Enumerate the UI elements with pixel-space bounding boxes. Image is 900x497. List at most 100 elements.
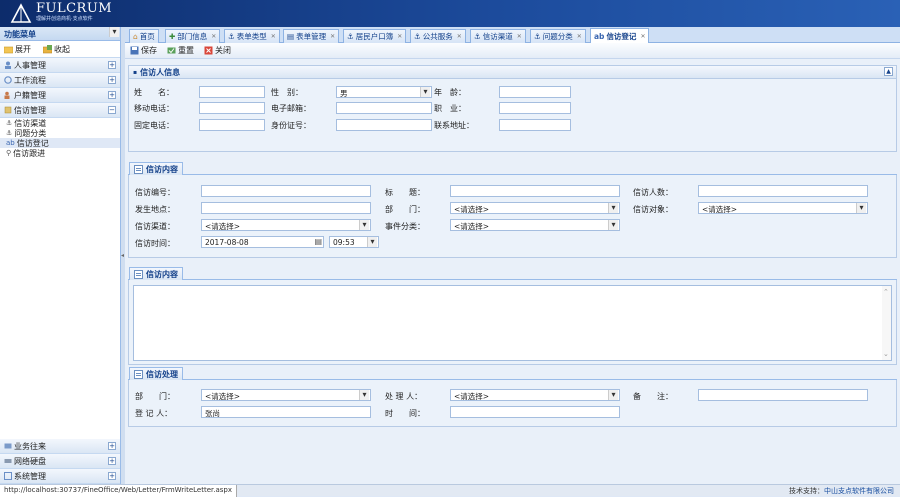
sidebar-item-petition-channel[interactable]: ⚓ 信访渠道 (0, 118, 120, 128)
subject-input[interactable] (450, 185, 620, 197)
close-button[interactable]: 关闭 (204, 45, 231, 56)
address-input[interactable] (499, 119, 571, 131)
phone-input[interactable] (199, 119, 265, 131)
age-input[interactable] (499, 86, 571, 98)
collapse-icon[interactable]: − (108, 106, 116, 114)
visitor-section-title: 信访人信息 (140, 67, 181, 77)
sidebar-group-label: 业务往来 (14, 441, 46, 451)
visitor-section-header: ▪ 信访人信息 ▲ (129, 66, 896, 79)
job-input[interactable] (499, 102, 571, 114)
place-label: 发生地点： (135, 205, 175, 214)
scroll-up-icon[interactable]: ⌃ (883, 288, 889, 296)
sidebar-group-system[interactable]: 系统管理 + (0, 469, 120, 484)
scroll-down-icon[interactable]: ⌄ (883, 350, 889, 358)
sidebar-group-netdisk[interactable]: 网络硬盘 + (0, 454, 120, 469)
company-link[interactable]: 中山支点软件有限公司 (824, 487, 894, 495)
collapse-all-button[interactable]: 收起 (43, 44, 70, 54)
tech-support: 技术支持：中山支点软件有限公司 (789, 486, 894, 496)
splitter-arrow-icon[interactable]: ◂ (121, 252, 124, 259)
close-icon[interactable]: ✕ (640, 33, 645, 40)
sidebar-group-petition[interactable]: 信访管理 − (0, 103, 120, 118)
close-icon[interactable]: ✕ (397, 33, 402, 40)
expand-icon[interactable]: + (108, 61, 116, 69)
id-input[interactable] (336, 119, 432, 131)
tab-label: 居民户口簿 (355, 32, 394, 41)
save-button[interactable]: 保存 (130, 45, 157, 56)
sidebar-group-hr[interactable]: 人事管理 + (0, 58, 120, 73)
register-icon: ab (6, 139, 15, 147)
sidebar-item-petition-followup[interactable]: ⚲ 信访跟进 (0, 148, 120, 158)
date-input[interactable]: 2017-08-08 (201, 236, 324, 248)
close-icon[interactable]: ✕ (457, 33, 462, 40)
expand-icon[interactable]: + (108, 91, 116, 99)
expand-icon[interactable]: + (108, 472, 116, 480)
tab-home[interactable]: ⌂ 首页 (129, 29, 159, 43)
sidebar-title-label: 功能菜单 (4, 30, 36, 39)
anchor-icon: ⚓ (6, 129, 13, 137)
sidebar-group-label: 人事管理 (14, 60, 46, 70)
expand-icon[interactable]: + (108, 457, 116, 465)
collapse-arrow-icon[interactable]: ▪ (133, 69, 137, 76)
sidebar-group-business[interactable]: 业务往来 + (0, 439, 120, 454)
household-tab-icon: ⚓ (347, 32, 354, 41)
clock-select[interactable]: 09:53 (329, 236, 379, 248)
sidebar-group-workflow[interactable]: 工作流程 + (0, 73, 120, 88)
collapse-up-icon[interactable]: ▲ (884, 67, 893, 76)
target-label: 信访对象： (633, 205, 673, 214)
close-icon[interactable]: ✕ (330, 33, 335, 40)
name-input[interactable] (199, 86, 265, 98)
content-section-line (128, 174, 897, 175)
note-input[interactable] (698, 389, 868, 401)
category-select[interactable]: <请选择> (450, 219, 620, 231)
visitor-count-label: 信访人数： (633, 188, 673, 197)
id-label: 身份证号： (271, 121, 311, 130)
channel-select[interactable]: <请选择> (201, 219, 371, 231)
tab-petition-register[interactable]: ab 信访登记 ✕ (590, 28, 650, 43)
petition-no-input[interactable] (201, 185, 371, 197)
content-textarea[interactable]: ⌃ ⌄ (133, 285, 892, 361)
fulcrum-logo-icon (10, 3, 32, 23)
sidebar: 功能菜单 « 展开 收起 人事管理 + 工作流程 + 户籍管理 + 信访管理 −… (0, 27, 121, 484)
category-label: 事件分类： (385, 222, 425, 231)
tab-form-type[interactable]: ⚓ 表单类型 ✕ (224, 29, 280, 43)
close-icon[interactable]: ✕ (517, 33, 522, 40)
handle-dept-select[interactable]: <请选择> (201, 389, 371, 401)
logo-text: FULCRUM (36, 1, 113, 16)
job-label: 职 业： (434, 104, 466, 113)
close-icon[interactable]: ✕ (577, 33, 582, 40)
sidebar-item-issue-category[interactable]: ⚓ 问题分类 (0, 128, 120, 138)
system-icon (4, 472, 12, 480)
registrar-input[interactable]: 张尚 (201, 406, 371, 418)
expand-all-button[interactable]: 展开 (4, 44, 31, 54)
tab-petition-channel[interactable]: ⚓ 信访渠道 ✕ (470, 29, 526, 43)
sidebar-group-label: 系统管理 (14, 471, 46, 481)
dept-select[interactable]: <请选择> (450, 202, 620, 214)
tab-public-service[interactable]: ⚓ 公共服务 ✕ (410, 29, 466, 43)
sidebar-item-petition-register[interactable]: ab 信访登记 (0, 138, 120, 148)
tab-form-manage[interactable]: ▤ 表单管理 ✕ (283, 29, 340, 43)
tab-label: 表单管理 (296, 32, 327, 41)
handle-time-input[interactable] (450, 406, 620, 418)
tab-issue-category[interactable]: ⚓ 问题分类 ✕ (530, 29, 586, 43)
close-icon[interactable]: ✕ (271, 33, 276, 40)
reset-button[interactable]: 重置 (167, 45, 194, 56)
textarea-scrollbar[interactable]: ⌃ ⌄ (882, 286, 891, 360)
email-input[interactable] (336, 102, 432, 114)
sidebar-item-label: 信访跟进 (13, 148, 46, 158)
target-select[interactable]: <请选择> (698, 202, 868, 214)
expand-icon[interactable]: + (108, 442, 116, 450)
mobile-label: 移动电话： (134, 104, 174, 113)
tab-household[interactable]: ⚓ 居民户口簿 ✕ (343, 29, 407, 43)
gender-select[interactable]: 男 (336, 86, 432, 98)
registrar-label: 登 记 人： (135, 409, 173, 418)
handler-select[interactable]: <请选择> (450, 389, 620, 401)
public-service-icon: ⚓ (414, 32, 421, 41)
visitor-count-input[interactable] (698, 185, 868, 197)
mobile-input[interactable] (199, 102, 265, 114)
sidebar-group-household[interactable]: 户籍管理 + (0, 88, 120, 103)
tab-department[interactable]: ✚ 部门信息 ✕ (165, 29, 221, 43)
place-input[interactable] (201, 202, 371, 214)
close-icon[interactable]: ✕ (211, 33, 216, 40)
expand-icon[interactable]: + (108, 76, 116, 84)
collapse-all-label: 收起 (54, 44, 70, 54)
